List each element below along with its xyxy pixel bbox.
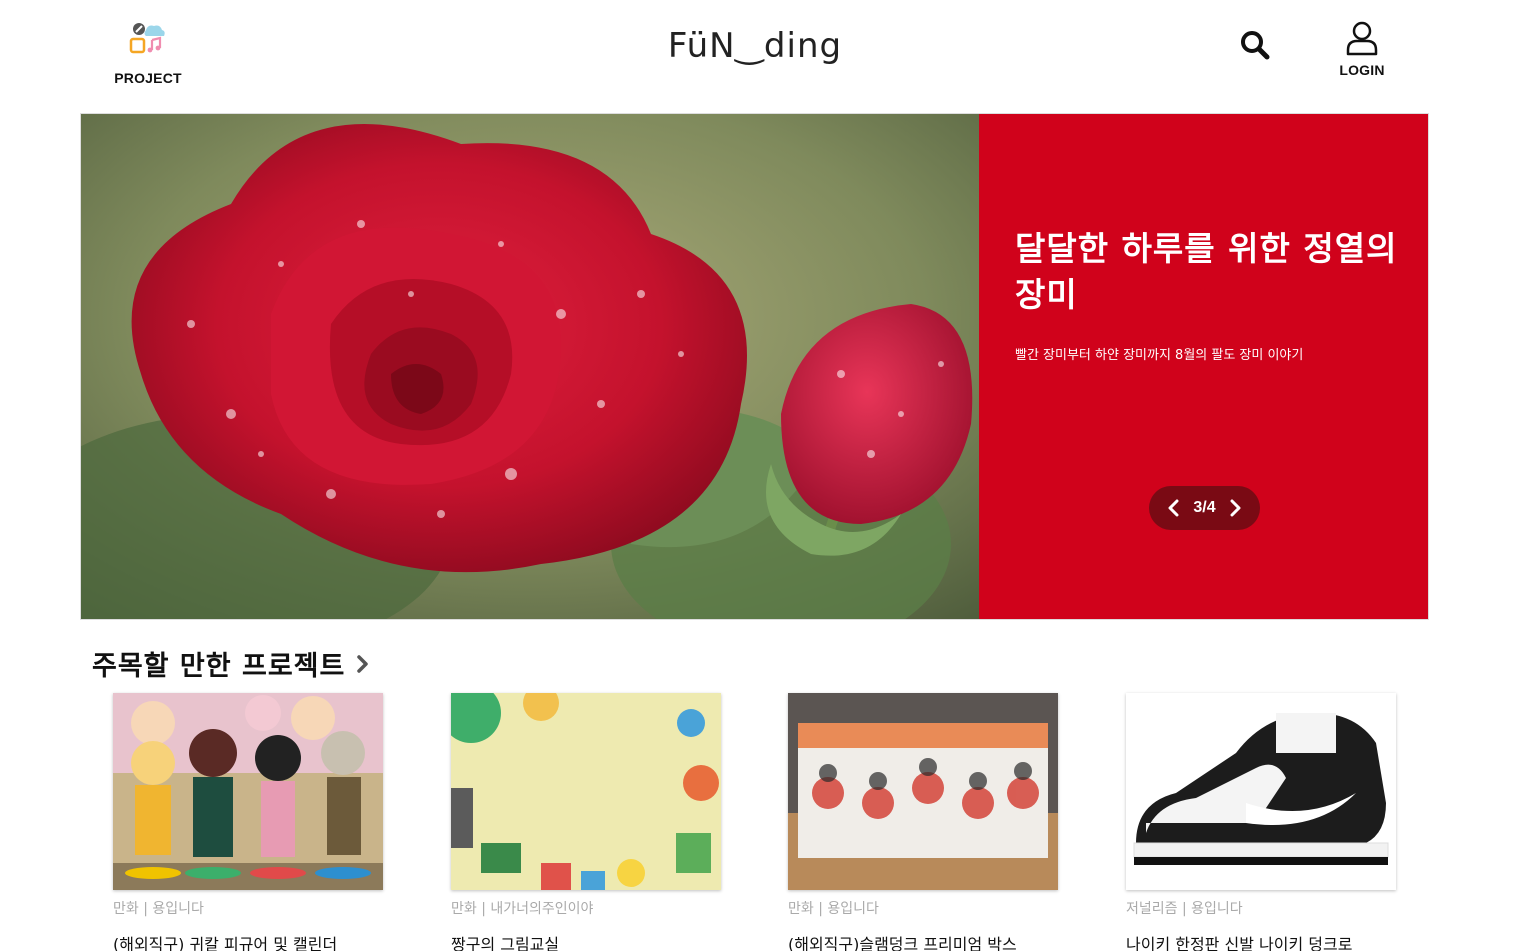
hero-text-panel: 달달한 하루를 위한 정열의 장미 빨간 장미부터 하얀 장미까지 8월의 팔도…: [979, 114, 1428, 619]
search-icon[interactable]: [1238, 28, 1272, 62]
project-card-image: [113, 693, 383, 890]
project-card-image: [788, 693, 1058, 890]
user-icon: [1346, 21, 1378, 56]
pager-count: 3/4: [1193, 499, 1216, 516]
project-card-category: 만화 | 용입니다: [113, 901, 204, 917]
project-card-list: 만화 | 용입니다 (해외직구) 귀칼 피규어 및 캘린더 만화 | 내가너의주…: [113, 693, 1413, 951]
project-card[interactable]: 만화 | 용입니다 (해외직구)슬램덩크 프리미엄 박스: [788, 693, 1058, 951]
login-label: LOGIN: [1339, 62, 1385, 78]
project-card[interactable]: 만화 | 용입니다 (해외직구) 귀칼 피규어 및 캘린더: [113, 693, 383, 951]
hero-banner[interactable]: 달달한 하루를 위한 정열의 장미 빨간 장미부터 하얀 장미까지 8월의 팔도…: [80, 113, 1429, 620]
project-card-category: 만화 | 용입니다: [788, 901, 879, 917]
project-card[interactable]: 만화 | 내가너의주인이야 짱구의 그림교실: [451, 693, 721, 951]
project-card-title: (해외직구)슬램덩크 프리미엄 박스: [788, 935, 1017, 951]
project-card-title: (해외직구) 귀칼 피규어 및 캘린더: [113, 935, 338, 951]
project-menu-button[interactable]: PROJECT: [110, 20, 186, 86]
project-card-title: 짱구의 그림교실: [451, 935, 560, 951]
project-icon: [128, 20, 168, 58]
project-card-image: [1126, 693, 1396, 890]
project-card-category: 만화 | 내가너의주인이야: [451, 901, 594, 917]
project-card-category: 저널리즘 | 용입니다: [1126, 901, 1243, 917]
hero-pager: 3/4: [1149, 486, 1260, 530]
project-card-title: 나이키 한정판 신발 나이키 덩크로: [1126, 935, 1353, 951]
hero-title: 달달한 하루를 위한 정열의 장미: [1015, 229, 1398, 314]
featured-projects-link[interactable]: 주목할 만한 프로젝트: [92, 644, 371, 683]
site-logo[interactable]: FüN‿ding: [620, 26, 890, 66]
header: PROJECT FüN‿ding LOGIN: [0, 0, 1522, 110]
project-card-image: [451, 693, 721, 890]
hero-rose-image: [81, 114, 979, 619]
hero-subtitle: 빨간 장미부터 하얀 장미까지 8월의 팔도 장미 이야기: [1015, 348, 1304, 363]
login-button[interactable]: LOGIN: [1330, 20, 1394, 78]
project-card[interactable]: 저널리즘 | 용입니다 나이키 한정판 신발 나이키 덩크로: [1126, 693, 1396, 951]
section-title: 주목할 만한 프로젝트: [92, 651, 346, 682]
chevron-right-icon[interactable]: [1226, 498, 1246, 518]
project-label: PROJECT: [114, 70, 182, 86]
chevron-right-icon: [357, 654, 369, 673]
chevron-left-icon[interactable]: [1163, 498, 1183, 518]
